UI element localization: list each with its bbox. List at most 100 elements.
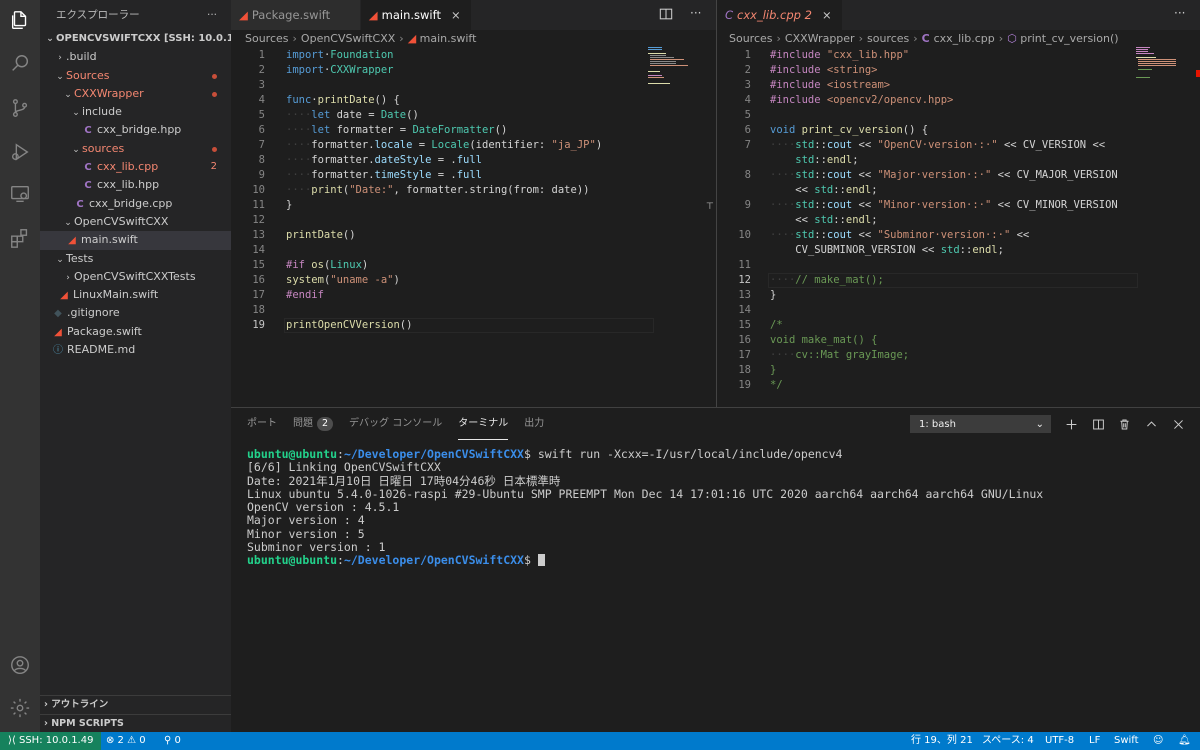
account-icon[interactable] — [8, 653, 32, 677]
file-cxx-bridge-hpp[interactable]: Ccxx_bridge.hpp — [40, 121, 231, 139]
feedback-icon[interactable]: ☺ — [1153, 732, 1163, 750]
breadcrumb-item[interactable]: OpenCVSwiftCXX — [301, 32, 395, 45]
tab-main-swift[interactable]: ◢ main.swift × — [360, 0, 472, 30]
split-editor-icon[interactable] — [659, 7, 675, 23]
file-cxx-lib-hpp[interactable]: Ccxx_lib.hpp — [40, 176, 231, 194]
extensions-icon[interactable] — [8, 226, 32, 250]
terminal-line: Major version : 4 — [247, 513, 365, 528]
code-token: :: — [959, 244, 973, 256]
ports-indicator[interactable]: ⚲ 0 — [164, 732, 181, 750]
editor-more-icon[interactable]: ··· — [1174, 6, 1185, 20]
npm-scripts-section[interactable]: › NPM SCRIPTS — [40, 714, 231, 732]
file-package-swift[interactable]: ◢ Package.swift — [40, 323, 231, 341]
code-token: (identifier: — [469, 139, 552, 151]
breadcrumb-item[interactable]: sources — [867, 32, 909, 45]
maximize-panel-icon[interactable] — [1142, 415, 1160, 433]
close-icon[interactable]: × — [822, 8, 832, 22]
panel-tab-4[interactable]: 出力 — [524, 408, 544, 440]
line-number: 2 — [258, 64, 265, 76]
close-icon[interactable]: × — [451, 8, 461, 22]
workspace-root[interactable]: ⌄OPENCVSWIFTCXX [SSH: 10.0.1.49] — [40, 30, 231, 48]
breadcrumb-item[interactable]: CXXWrapper — [785, 32, 855, 45]
code-token: () — [406, 109, 419, 121]
search-icon[interactable] — [8, 52, 32, 76]
terminal-select[interactable]: 1: bash ⌄ — [910, 415, 1051, 433]
folder-tests-sub[interactable]: › OpenCVSwiftCXXTests — [40, 268, 231, 286]
terminal-command-line: ubuntu@ubuntu:~/Developer/OpenCVSwiftCXX… — [247, 447, 843, 461]
folder-sources-lower[interactable]: ⌄ sources — [40, 140, 231, 158]
breadcrumb-item[interactable]: cxx_lib.cpp — [934, 32, 995, 45]
encoding[interactable]: UTF-8 — [1045, 732, 1074, 750]
remote-indicator[interactable]: ⟩⟨ SSH: 10.0.1.49 — [0, 732, 102, 750]
new-terminal-plus-icon[interactable] — [1062, 415, 1080, 433]
breadcrumb-item[interactable]: Sources — [729, 32, 773, 45]
folder-opencvswiftcxx[interactable]: ⌄ OpenCVSwiftCXX — [40, 213, 231, 231]
split-terminal-icon[interactable] — [1089, 415, 1107, 433]
line-number: 7 — [258, 139, 265, 151]
terminal-prompt-line: ubuntu@ubuntu:~/Developer/OpenCVSwiftCXX… — [247, 554, 1043, 567]
file-tree: ⌄OPENCVSWIFTCXX [SSH: 10.0.1.49]›.build⌄… — [40, 30, 231, 359]
minimap-left[interactable] — [648, 47, 708, 87]
breadcrumb-item[interactable]: main.swift — [420, 32, 477, 45]
indentation[interactable]: スペース: 4 — [982, 732, 1034, 750]
left-editor-tabs: ◢Package.swift× ◢main.swift× — [231, 0, 716, 30]
file-cxx-lib-cpp[interactable]: Ccxx_lib.cpp 2 — [40, 158, 231, 176]
language-mode[interactable]: Swift — [1114, 732, 1139, 750]
cursor-position[interactable]: 行 19、列 21 — [911, 732, 973, 750]
problems-indicator[interactable]: ⊗ 2 ⚠ 0 — [106, 732, 146, 750]
panel-tab-3[interactable]: ターミナル — [458, 408, 509, 440]
settings-gear-icon[interactable] — [8, 696, 32, 720]
remote-explorer-icon[interactable] — [8, 182, 32, 206]
folder-tests[interactable]: ⌄ Tests — [40, 250, 231, 268]
minimap-right[interactable] — [1136, 47, 1196, 87]
file-gitignore[interactable]: ◆ .gitignore — [40, 304, 231, 322]
code-token: :: — [814, 139, 827, 151]
code-token: void — [770, 124, 796, 136]
code-token: ···· — [286, 184, 312, 196]
explorer-icon[interactable] — [8, 8, 32, 32]
end-of-line[interactable]: LF — [1089, 732, 1100, 750]
file-linuxmain-swift[interactable]: ◢ LinuxMain.swift — [40, 286, 231, 304]
tab-cxx-lib-cpp[interactable]: Ccxx_lib.cpp 2 × — [717, 0, 843, 30]
code-line: ····std::cout << "Subminor·version·:·" <… — [770, 228, 1029, 243]
file-readme[interactable]: ⓘ README.md — [40, 341, 231, 359]
outline-section[interactable]: › アウトライン — [40, 695, 231, 713]
code-line: ····std::cout << "OpenCV·version·:·" << … — [770, 138, 1105, 153]
breadcrumb-item[interactable]: print_cv_version() — [1020, 32, 1118, 45]
activity-bar — [0, 0, 40, 732]
panel-tab-0[interactable]: ポート — [247, 408, 277, 440]
file-cxx-bridge-cpp[interactable]: Ccxx_bridge.cpp — [40, 195, 231, 213]
info-file-icon: ⓘ — [53, 345, 63, 357]
tab-package-swift[interactable]: ◢Package.swift× — [231, 0, 361, 30]
code-token: std — [814, 214, 834, 226]
trash-icon[interactable] — [1115, 415, 1133, 433]
run-debug-icon[interactable] — [8, 140, 32, 164]
source-control-icon[interactable] — [8, 96, 32, 120]
code-token: */ — [770, 379, 783, 391]
code-token: print_cv_version — [801, 124, 903, 136]
chevron-down-icon: ⌄ — [56, 71, 64, 82]
folder-sources[interactable]: ⌄ Sources — [40, 67, 231, 85]
panel-tab-1[interactable]: 問題 2 — [293, 408, 334, 440]
editor-cxx-lib-cpp[interactable]: 1 #include "cxx_lib.hpp" 2 #include <string… — [717, 47, 1200, 407]
code-token: std — [795, 199, 815, 211]
line-number: 9 — [258, 169, 265, 181]
breadcrumb-item[interactable]: Sources — [245, 32, 289, 45]
breadcrumb-left: Sources › OpenCVSwiftCXX › ◢ main.swift — [245, 32, 477, 45]
panel-tab-2[interactable]: デバッグ コンソール — [349, 408, 442, 440]
folder-include[interactable]: ⌄ include — [40, 103, 231, 121]
explorer-sidebar: エクスプローラー ··· ⌄ OPENCVSWIFTCXX [SSH: 10.0.… — [40, 0, 231, 732]
code-token: ···· — [770, 169, 796, 181]
editor-main-swift[interactable]: 1 import·Foundation 2 import·CXXWrapper 3 4 fu… — [231, 47, 716, 407]
editor-more-icon[interactable]: ··· — [690, 6, 701, 20]
panel-tab-label: ターミナル — [458, 418, 509, 429]
file-main-swift[interactable]: ◢ main.swift — [40, 231, 231, 250]
explorer-more-icon[interactable]: ··· — [207, 0, 217, 30]
bell-icon[interactable]: 🔔︎ — [1178, 732, 1191, 750]
folder-build[interactable]: › .build — [40, 48, 231, 66]
terminal-output[interactable]: ubuntu@ubuntu:~/Developer/OpenCVSwiftCXX… — [247, 447, 1043, 568]
folder-cxxwrapper[interactable]: ⌄ CXXWrapper — [40, 85, 231, 103]
code-line: } — [770, 363, 776, 378]
close-panel-icon[interactable] — [1169, 415, 1187, 433]
